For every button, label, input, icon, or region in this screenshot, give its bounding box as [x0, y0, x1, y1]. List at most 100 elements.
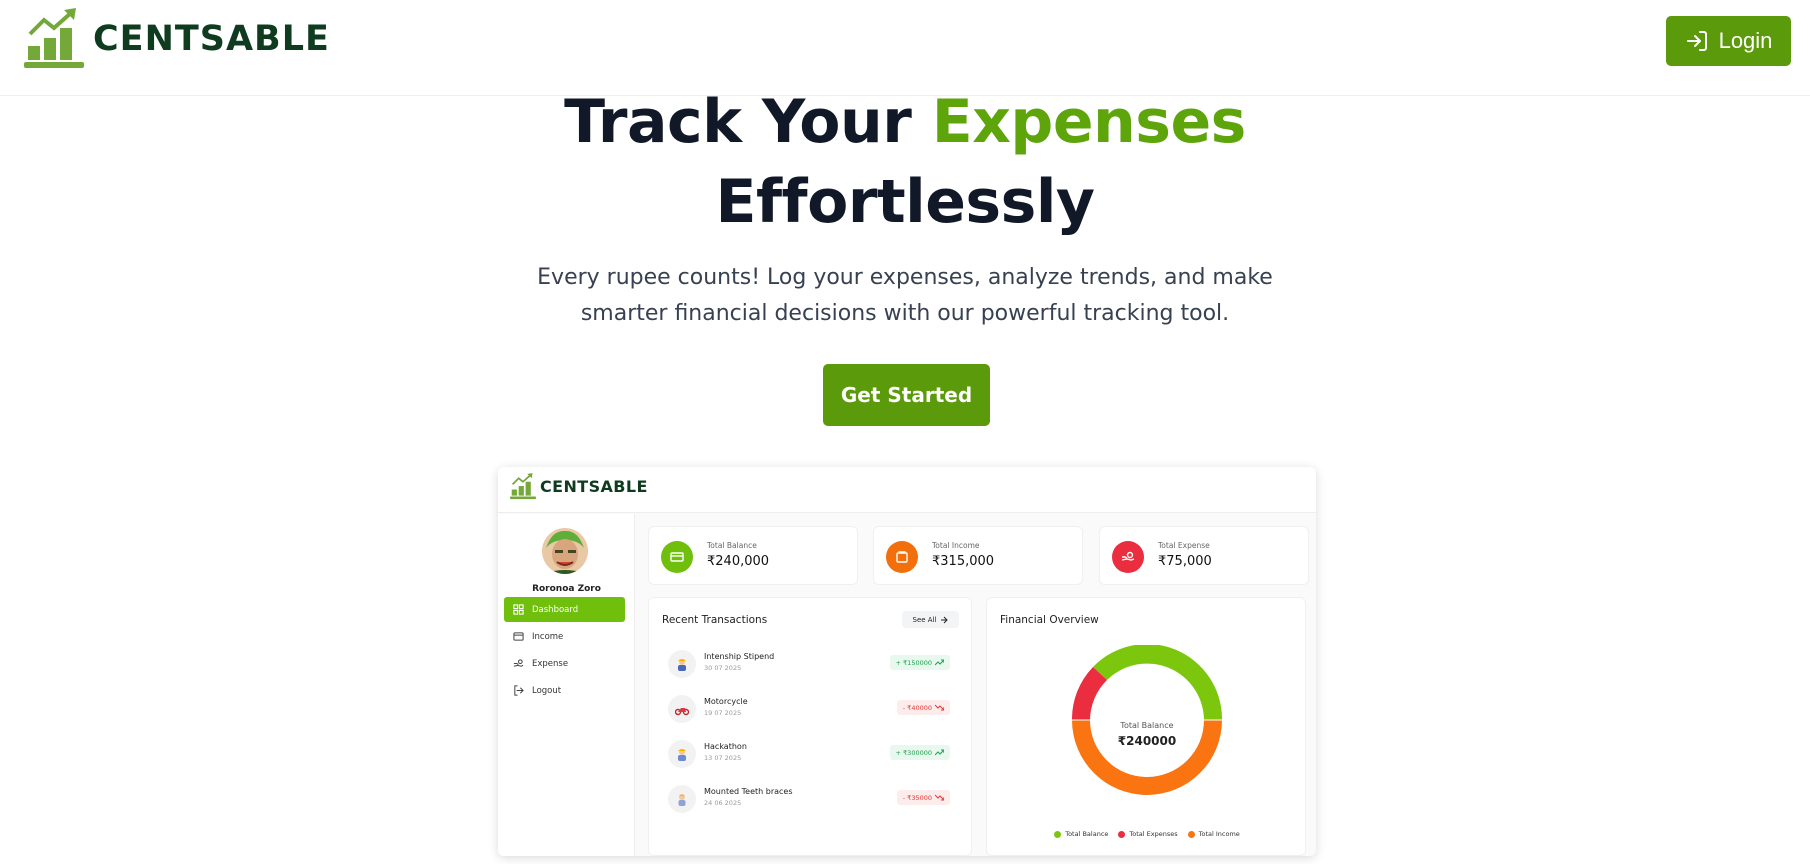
tx-date: 13 07 2025 [704, 754, 742, 762]
sidebar-item-expense[interactable]: Expense [504, 651, 625, 676]
trend-up-icon [935, 749, 944, 756]
donut-slice-income [1072, 720, 1222, 795]
stat-label: Total Expense [1158, 541, 1210, 550]
wallet-icon [896, 551, 908, 563]
sidebar-item-label: Expense [532, 658, 569, 669]
stat-label: Total Income [932, 541, 980, 550]
login-button[interactable]: Login [1666, 16, 1791, 66]
hero-title-part1: Track Your [564, 87, 932, 157]
legend-label: Total Expenses [1129, 830, 1178, 838]
trend-up-icon [935, 659, 944, 666]
brand-name: CENTSABLE [93, 19, 330, 59]
brand-logo[interactable]: CENTSABLE [24, 8, 330, 70]
grid-icon [513, 604, 524, 615]
motorcycle-icon [675, 708, 689, 716]
chart-growth-icon [510, 473, 536, 500]
stat-card-total-balance: Total Balance ₹240,000 [648, 526, 858, 585]
tx-amount: + ₹150000 [895, 658, 932, 667]
hand-coins-icon [513, 659, 524, 667]
preview-header: CENTSABLE [498, 467, 1316, 513]
get-started-button[interactable]: Get Started [823, 364, 990, 426]
chart-growth-icon [24, 8, 84, 68]
login-icon [1686, 31, 1707, 51]
tx-date: 24 06 2025 [704, 799, 742, 807]
stat-value: ₹75,000 [1158, 554, 1212, 569]
panel-title: Financial Overview [1000, 614, 1099, 626]
legend-item: Total Balance [1054, 830, 1108, 838]
login-label: Login [1718, 28, 1773, 53]
stat-card-total-expense: Total Expense ₹75,000 [1099, 526, 1309, 585]
stat-label: Total Balance [707, 541, 757, 550]
stat-card-total-income: Total Income ₹315,000 [873, 526, 1083, 585]
hero-title-line1: Track Your Expenses [0, 82, 1810, 162]
tx-amount-badge: - ₹40000 [896, 700, 950, 715]
tx-name: Hackathon [704, 742, 747, 751]
tx-amount-badge: + ₹300000 [889, 745, 950, 760]
hero-subtitle-line2: smarter financial decisions with our pow… [580, 301, 1230, 326]
legend-dot [1187, 830, 1195, 838]
card-icon [670, 552, 684, 562]
preview-sidebar: Roronoa Zoro Dashboard Income Expense Lo… [498, 514, 635, 856]
donut-slice-balance [1093, 645, 1222, 720]
tx-amount: + ₹300000 [895, 748, 932, 757]
sidebar-item-logout[interactable]: Logout [504, 678, 625, 703]
legend-label: Total Income [1198, 830, 1240, 838]
hero-subtitle: Every rupee counts! Log your expenses, a… [505, 260, 1305, 332]
list-item[interactable]: Hackathon 13 07 2025 + ₹300000 [668, 740, 950, 770]
hero-title-line2: Effortlessly [715, 167, 1095, 237]
tx-icon-bg [668, 740, 696, 768]
trend-down-icon [935, 704, 944, 711]
tx-date: 19 07 2025 [704, 709, 742, 717]
tx-amount-badge: - ₹35000 [896, 790, 950, 805]
person-icon [678, 794, 686, 806]
see-all-button[interactable]: See All [902, 611, 959, 628]
legend-dot [1054, 830, 1062, 838]
trend-down-icon [935, 794, 944, 801]
chart-legend: Total Balance Total Expenses Total Incom… [987, 830, 1307, 838]
preview-brand: CENTSABLE [510, 473, 648, 500]
sidebar-item-label: Logout [532, 685, 562, 696]
stat-icon-bg [1112, 541, 1144, 573]
arrow-right-icon [941, 616, 949, 623]
tx-name: Intenship Stipend [704, 652, 775, 661]
sidebar-item-income[interactable]: Income [504, 624, 625, 649]
legend-label: Total Balance [1065, 830, 1109, 838]
financial-overview-panel: Financial Overview Total Balance ₹240000… [986, 597, 1306, 856]
tx-amount-badge: + ₹150000 [889, 655, 950, 670]
panel-title: Recent Transactions [662, 614, 768, 626]
recent-transactions-panel: Recent Transactions See All Intenship St… [648, 597, 972, 856]
hero-title-accent: Expenses [931, 87, 1247, 157]
hero-subtitle-line1: Every rupee counts! Log your expenses, a… [537, 265, 1273, 290]
worker-icon [678, 749, 686, 761]
tx-amount: - ₹40000 [902, 703, 932, 712]
stat-value: ₹315,000 [932, 554, 995, 569]
legend-dot [1118, 830, 1126, 838]
worker-icon [678, 659, 686, 671]
hand-coins-icon [1121, 551, 1135, 561]
list-item[interactable]: Motorcycle 19 07 2025 - ₹40000 [668, 695, 950, 725]
sidebar-item-label: Dashboard [532, 604, 579, 615]
stat-icon-bg [886, 541, 918, 573]
preview-brand-name: CENTSABLE [540, 477, 648, 496]
tx-name: Mounted Teeth braces [704, 787, 793, 796]
avatar-image [542, 528, 588, 574]
donut-center-value: ₹240000 [1117, 734, 1177, 748]
stat-value: ₹240,000 [707, 554, 770, 569]
tx-icon-bg [668, 650, 696, 678]
legend-item: Total Income [1187, 830, 1240, 838]
tx-icon-bg [668, 785, 696, 813]
sidebar-item-dashboard[interactable]: Dashboard [504, 597, 625, 622]
tx-icon-bg [668, 695, 696, 723]
legend-item: Total Expenses [1118, 830, 1178, 838]
user-name: Roronoa Zoro [532, 584, 601, 594]
tx-date: 30 07 2025 [704, 664, 742, 672]
donut-center-label: Total Balance [1120, 721, 1174, 730]
logout-icon [514, 685, 524, 696]
tx-amount: - ₹35000 [902, 793, 932, 802]
stat-icon-bg [661, 541, 693, 573]
tx-name: Motorcycle [704, 697, 748, 706]
list-item[interactable]: Mounted Teeth braces 24 06 2025 - ₹35000 [668, 785, 950, 815]
wallet-icon [513, 632, 524, 641]
donut-chart [1072, 645, 1222, 795]
list-item[interactable]: Intenship Stipend 30 07 2025 + ₹150000 [668, 650, 950, 680]
